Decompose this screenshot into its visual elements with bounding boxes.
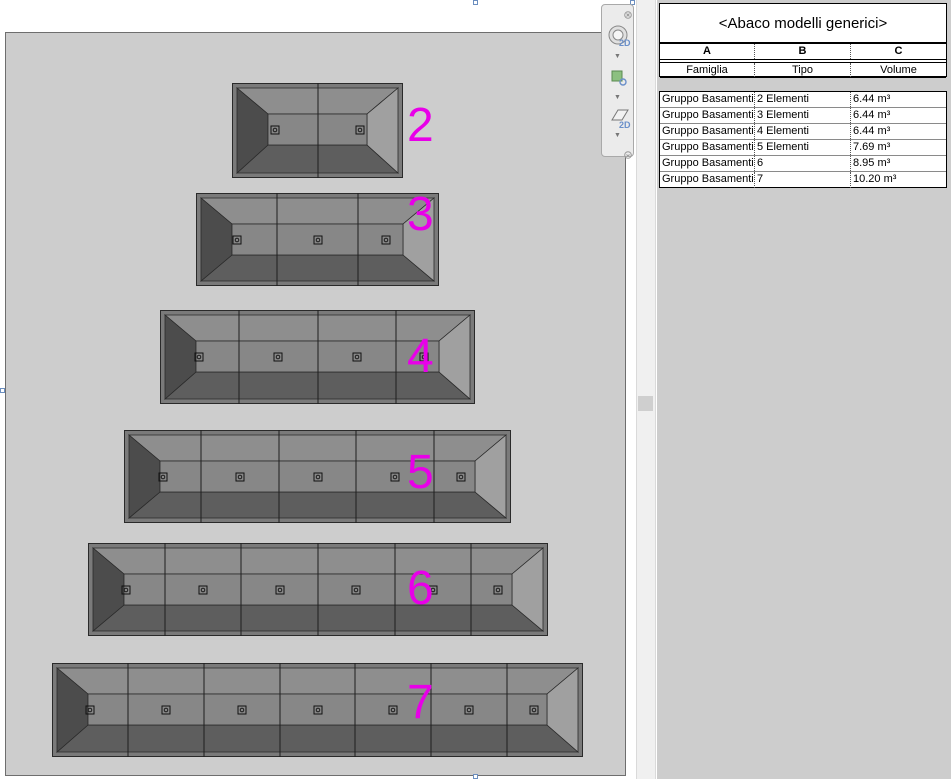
slope-bottom xyxy=(199,254,436,282)
schedule-header: A B C Famiglia Tipo Volume xyxy=(659,43,947,78)
foundation-top-plate xyxy=(231,223,404,256)
cell-volume[interactable]: 8.95 m³ xyxy=(851,156,946,171)
cell-famiglia[interactable]: Gruppo Basamenti xyxy=(660,92,755,107)
foundation-shape xyxy=(124,430,511,523)
chevron-down-icon[interactable]: ▼ xyxy=(614,132,621,139)
foundation-label: 2 xyxy=(407,99,434,152)
column-header-row: Famiglia Tipo Volume xyxy=(660,62,946,78)
column-header-volume[interactable]: Volume xyxy=(851,63,946,77)
navigation-bar[interactable]: 2D ▼ ▼ 2D ▼ xyxy=(601,4,634,159)
cell-tipo[interactable]: 3 Elementi xyxy=(755,108,851,123)
chevron-down-icon[interactable]: ▼ xyxy=(614,53,621,60)
foundation-shape xyxy=(88,543,548,636)
schedule-body: Gruppo Basamenti 2 Elementi 6.44 m³ Gruppo … xyxy=(659,91,947,188)
foundation-label: 4 xyxy=(407,330,434,383)
view-grip-left[interactable] xyxy=(0,388,5,393)
slope-top xyxy=(55,667,580,695)
splitter-thumb[interactable] xyxy=(638,396,653,411)
steering-wheel-button[interactable]: 2D xyxy=(604,25,632,53)
pane-splitter[interactable] xyxy=(636,0,656,779)
table-row[interactable]: Gruppo Basamenti 7 10.20 m³ xyxy=(660,172,946,188)
foundation-group-7[interactable] xyxy=(52,663,583,757)
slope-bottom xyxy=(55,724,580,753)
cell-tipo[interactable]: 7 xyxy=(755,172,851,188)
zoom-region-icon xyxy=(610,69,628,92)
nav-2d-badge: 2D xyxy=(619,38,631,48)
cell-tipo[interactable]: 6 xyxy=(755,156,851,171)
foundation-label: 6 xyxy=(407,562,434,615)
foundation-shape xyxy=(52,663,583,757)
cell-famiglia[interactable]: Gruppo Basamenti xyxy=(660,108,755,123)
cell-famiglia[interactable]: Gruppo Basamenti xyxy=(660,140,755,155)
table-row[interactable]: Gruppo Basamenti 5 Elementi 7.69 m³ xyxy=(660,140,946,156)
options-icon[interactable] xyxy=(624,146,632,159)
column-letter-a[interactable]: A xyxy=(660,44,755,59)
cell-volume[interactable]: 6.44 m³ xyxy=(851,108,946,123)
foundation-label: 7 xyxy=(407,676,434,729)
table-row[interactable]: Gruppo Basamenti 2 Elementi 6.44 m³ xyxy=(660,92,946,108)
pan-plane-button[interactable]: 2D xyxy=(604,108,632,132)
schedule-title[interactable]: <Abaco modelli generici> xyxy=(659,3,947,43)
column-letter-b[interactable]: B xyxy=(755,44,851,59)
foundation-shape xyxy=(232,83,403,178)
foundation-group-6[interactable] xyxy=(88,543,548,636)
nav-2d-badge: 2D xyxy=(619,120,631,130)
slope-bottom xyxy=(127,491,508,519)
table-row[interactable]: Gruppo Basamenti 3 Elementi 6.44 m³ xyxy=(660,108,946,124)
zoom-region-button[interactable] xyxy=(604,69,632,89)
cell-famiglia[interactable]: Gruppo Basamenti xyxy=(660,156,755,171)
cell-volume[interactable]: 6.44 m³ xyxy=(851,92,946,107)
column-letter-c[interactable]: C xyxy=(851,44,946,59)
cell-tipo[interactable]: 5 Elementi xyxy=(755,140,851,155)
close-icon[interactable] xyxy=(624,6,632,19)
view-grip-bottom[interactable] xyxy=(473,774,478,779)
slope-top xyxy=(199,197,436,225)
table-row[interactable]: Gruppo Basamenti 6 8.95 m³ xyxy=(660,156,946,172)
table-row[interactable]: Gruppo Basamenti 4 Elementi 6.44 m³ xyxy=(660,124,946,140)
slope-top xyxy=(127,434,508,462)
foundation-group-5[interactable] xyxy=(124,430,511,523)
foundation-group-2[interactable] xyxy=(232,83,403,178)
view-grip-top[interactable] xyxy=(473,0,478,5)
foundation-label: 5 xyxy=(407,446,434,499)
cell-volume[interactable]: 10.20 m³ xyxy=(851,172,946,188)
foundation-shape xyxy=(196,193,439,286)
cell-tipo[interactable]: 2 Elementi xyxy=(755,92,851,107)
column-letter-row: A B C xyxy=(660,44,946,60)
column-header-tipo[interactable]: Tipo xyxy=(755,63,851,77)
cell-volume[interactable]: 7.69 m³ xyxy=(851,140,946,155)
foundation-label: 3 xyxy=(407,188,434,241)
cell-volume[interactable]: 6.44 m³ xyxy=(851,124,946,139)
column-header-famiglia[interactable]: Famiglia xyxy=(660,63,755,77)
foundation-top-plate xyxy=(87,693,548,726)
cell-famiglia[interactable]: Gruppo Basamenti xyxy=(660,124,755,139)
cell-tipo[interactable]: 4 Elementi xyxy=(755,124,851,139)
chevron-down-icon[interactable]: ▼ xyxy=(614,94,621,101)
foundation-group-3[interactable] xyxy=(196,193,439,286)
schedule-view[interactable]: <Abaco modelli generici> A B C Famiglia … xyxy=(657,0,951,779)
cell-famiglia[interactable]: Gruppo Basamenti xyxy=(660,172,755,188)
